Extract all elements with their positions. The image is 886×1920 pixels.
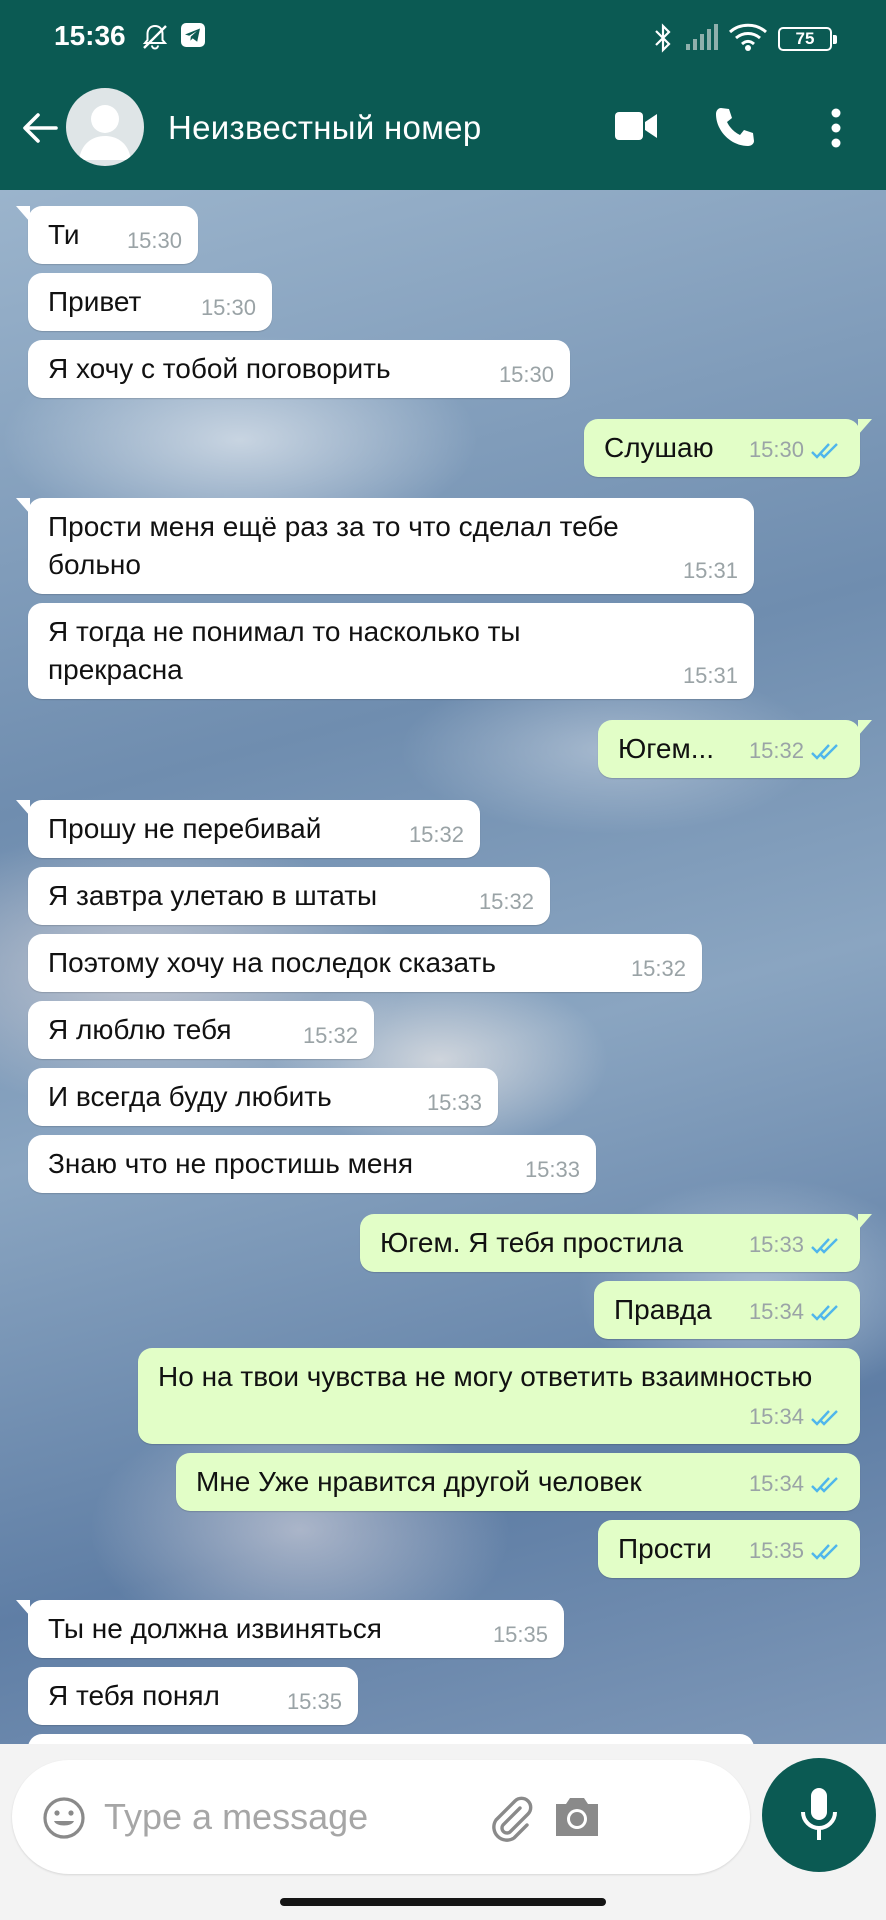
message-outgoing[interactable]: Правда 15:34 <box>594 1281 860 1339</box>
message-incoming[interactable]: Прошу не перебивай 15:32 <box>16 800 480 858</box>
message-time: 15:34 <box>748 1299 804 1324</box>
double-check-icon <box>810 1303 842 1329</box>
message-incoming[interactable]: Я завтра улетаю в штаты 15:32 <box>28 867 550 925</box>
avatar[interactable] <box>66 88 144 166</box>
message-outgoing[interactable]: Мне Уже нравится другой человек 15:34 <box>176 1453 860 1511</box>
message-incoming[interactable]: Я тебя понял 15:35 <box>28 1667 358 1725</box>
message-time: 15:33 <box>748 1232 804 1257</box>
message-time: 15:30 <box>748 437 804 462</box>
mute-bell-icon <box>140 22 170 57</box>
status-time: 15:36 <box>54 20 126 51</box>
message-text: Ты не должна извиняться <box>48 1613 382 1644</box>
back-arrow-icon[interactable] <box>18 106 62 150</box>
message-input-placeholder: Type a message <box>104 1796 369 1837</box>
double-check-icon <box>810 742 842 768</box>
message-text: Поэтому хочу на последок сказать <box>48 947 496 978</box>
double-check-icon <box>810 441 842 467</box>
message-incoming[interactable]: Поэтому хочу на последок сказать 15:32 <box>28 934 702 992</box>
message-outgoing[interactable]: Прости 15:35 <box>598 1520 860 1578</box>
message-incoming[interactable]: Знаю что не простишь меня 15:33 <box>28 1135 596 1193</box>
message-incoming[interactable]: Прости меня ещё раз за то что сделал теб… <box>16 498 754 594</box>
attach-icon[interactable] <box>486 1794 534 1847</box>
double-check-icon <box>810 1542 842 1568</box>
message-incoming[interactable]: Я хочу с тобой поговорить 15:30 <box>28 340 570 398</box>
message-time: 15:31 <box>682 663 738 688</box>
message-text: Знаю что не простишь меня <box>48 1148 414 1179</box>
message-incoming[interactable]: Я люблю тебя 15:32 <box>28 1001 374 1059</box>
message-time: 15:35 <box>748 1538 804 1563</box>
message-time: 15:32 <box>302 1023 358 1048</box>
message-incoming[interactable]: Ти 15:30 <box>16 206 198 264</box>
message-time: 15:32 <box>748 738 804 763</box>
camera-icon[interactable] <box>552 1794 602 1845</box>
message-text: Прости меня ещё раз за то что сделал теб… <box>48 511 619 580</box>
telegram-icon <box>180 22 206 53</box>
emoji-icon[interactable] <box>42 1796 86 1845</box>
message-incoming[interactable]: Ты не должна извиняться 15:35 <box>16 1600 564 1658</box>
message-time: 15:32 <box>630 956 686 981</box>
contact-name[interactable]: Неизвестный номер <box>168 109 482 147</box>
message-text: Я завтра улетаю в штаты <box>48 880 378 911</box>
battery-icon: 75 <box>778 27 837 51</box>
message-incoming[interactable]: Я тогда не понимал то насколько ты прекр… <box>28 603 754 699</box>
status-bar: 15:36 75 <box>0 0 886 66</box>
mic-button[interactable] <box>762 1758 876 1872</box>
message-time: 15:30 <box>126 228 182 253</box>
home-indicator[interactable] <box>280 1898 606 1906</box>
message-time: 15:33 <box>426 1090 482 1115</box>
signal-icon <box>684 22 720 57</box>
message-time: 15:34 <box>748 1404 804 1429</box>
double-check-icon <box>810 1475 842 1501</box>
mic-icon <box>799 1786 839 1849</box>
wifi-icon <box>728 22 768 57</box>
message-time: 15:34 <box>748 1471 804 1496</box>
bluetooth-icon <box>652 22 674 59</box>
video-call-icon[interactable] <box>614 110 658 147</box>
message-incoming-partial[interactable] <box>28 1734 754 1744</box>
message-text: Я тогда не понимал то насколько ты прекр… <box>48 616 521 685</box>
message-time: 15:35 <box>492 1622 548 1647</box>
message-text: Но на твои чувства не могу ответить взаи… <box>158 1361 813 1392</box>
message-text: Прошу не перебивай <box>48 813 322 844</box>
message-meta: 15:35 <box>749 1538 842 1568</box>
message-time: 15:33 <box>524 1157 580 1182</box>
double-check-icon <box>810 1236 842 1262</box>
message-time: 15:31 <box>682 558 738 583</box>
double-check-icon <box>810 1408 842 1434</box>
more-vert-icon[interactable] <box>824 106 848 155</box>
message-meta: 15:34 <box>749 1299 842 1329</box>
message-outgoing[interactable]: Но на твои чувства не могу ответить взаи… <box>138 1348 860 1444</box>
message-meta: 15:32 <box>749 738 842 768</box>
message-meta: 15:34 <box>749 1404 842 1434</box>
message-outgoing[interactable]: Слушаю 15:30 <box>584 419 872 477</box>
message-text: Я хочу с тобой поговорить <box>48 353 391 384</box>
message-time: 15:30 <box>200 295 256 320</box>
message-text: И всегда буду любить <box>48 1081 332 1112</box>
voice-call-icon[interactable] <box>712 104 758 155</box>
chat-area[interactable]: Ти 15:30 Привет 15:30 Я хочу с тобой пог… <box>0 190 886 1744</box>
message-time: 15:30 <box>498 362 554 387</box>
message-time: 15:35 <box>286 1689 342 1714</box>
message-meta: 15:33 <box>749 1232 842 1262</box>
message-outgoing[interactable]: Югем... 15:32 <box>598 720 872 778</box>
message-text: Мне Уже нравится другой человек <box>196 1466 642 1497</box>
chat-header: Неизвестный номер <box>0 66 886 190</box>
message-outgoing[interactable]: Югем. Я тебя простила 15:33 <box>360 1214 872 1272</box>
message-meta: 15:30 <box>749 437 842 467</box>
message-time: 15:32 <box>478 889 534 914</box>
message-time: 15:32 <box>408 822 464 847</box>
message-incoming[interactable]: И всегда буду любить 15:33 <box>28 1068 498 1126</box>
message-incoming[interactable]: Привет 15:30 <box>28 273 272 331</box>
message-meta: 15:34 <box>749 1471 842 1501</box>
